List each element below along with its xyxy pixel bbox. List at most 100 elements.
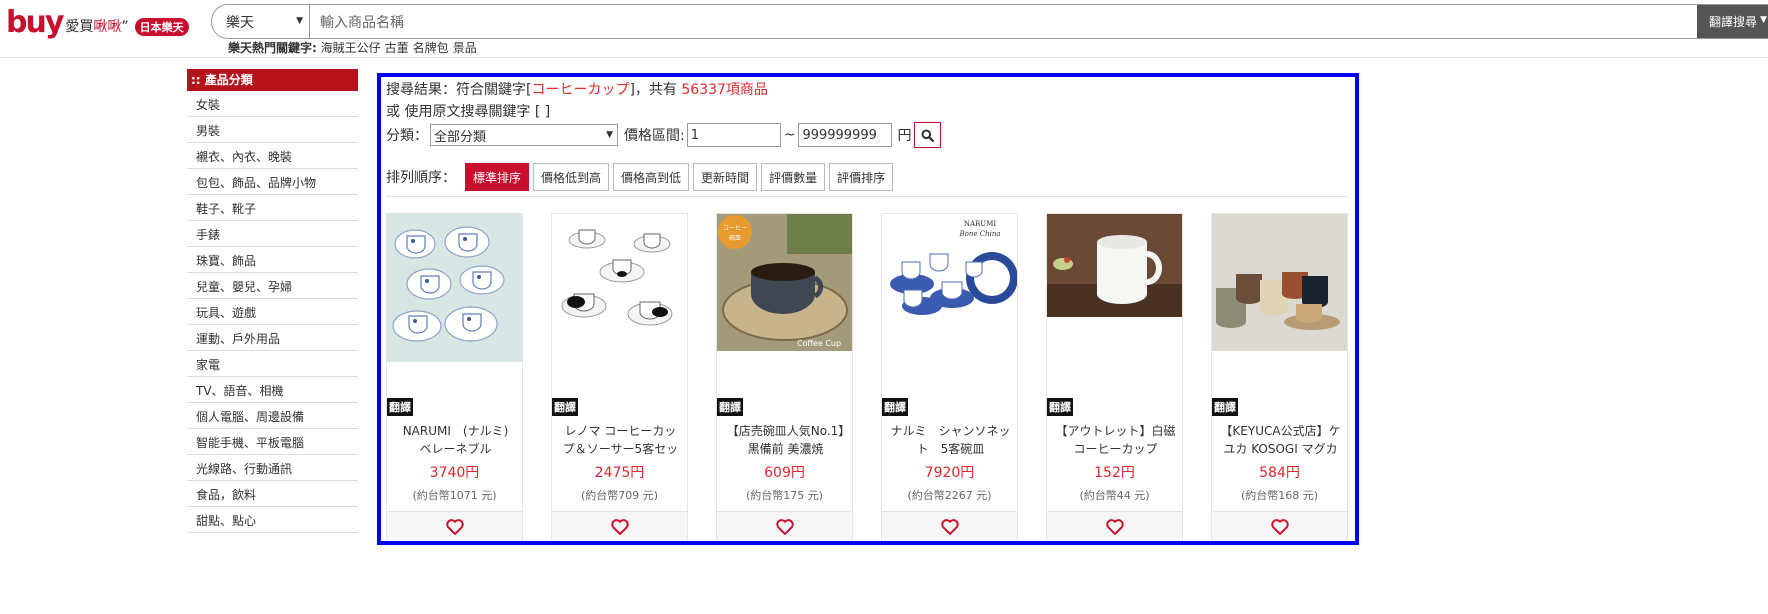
product-name[interactable]: ナルミ シャンソネット 5客碗皿（41631- <box>890 422 1011 458</box>
product-name[interactable]: 【KEYUCA公式店】ケユカ KOSOGI マグカ <box>1220 422 1341 458</box>
sidebar-item[interactable]: 珠寶、飾品 <box>187 247 358 273</box>
sidebar-item[interactable]: 光線路、行動通訊 <box>187 455 358 481</box>
translate-badge[interactable]: 翻譯 <box>1047 398 1073 416</box>
results-middle: ]，共有 <box>629 82 677 98</box>
hot-keyword-link[interactable]: 海賊王公仔 <box>321 41 381 55</box>
logo-name-prefix: 愛買 <box>65 19 94 35</box>
sidebar-item[interactable]: 玩具、遊戲 <box>187 299 358 325</box>
favorite-button[interactable] <box>882 511 1017 541</box>
original-keyword-link[interactable]: 或 使用原文搜尋關鍵字 [ ] <box>386 101 550 121</box>
sidebar-item[interactable]: TV、語音、相機 <box>187 377 358 403</box>
product-price-twd: (約台幣175 元) <box>745 489 824 502</box>
coffee-badge-line2: 碗皿 <box>729 234 741 242</box>
favorite-button[interactable] <box>717 511 852 541</box>
sidebar-item[interactable]: 個人電腦、周邊設備 <box>187 403 358 429</box>
product-image[interactable]: コーヒー 碗皿 Coffee Cup <box>717 214 852 351</box>
product-price: 609円 <box>764 465 805 481</box>
sidebar-item[interactable]: 襯衣、內衣、晚裝 <box>187 143 358 169</box>
hot-keywords-label: 樂天熱門關鍵字: <box>228 41 317 55</box>
divider <box>386 196 1348 197</box>
product-price: 584円 <box>1259 465 1300 481</box>
search-store-value: 樂天 <box>226 14 254 31</box>
filter-bar: 分類： 全部分類 ▼ 價格區間: 1 ~ 999999999 円 <box>386 122 942 148</box>
search-bar: 樂天 ▼ 輸入商品名稱 翻譯搜尋 ▼ <box>211 4 1768 39</box>
heart-icon <box>1105 519 1124 535</box>
search-store-select[interactable]: 樂天 ▼ <box>212 5 310 38</box>
sidebar-item[interactable]: 手錶 <box>187 221 358 247</box>
sidebar-item[interactable]: 智能手機、平板電腦 <box>187 429 358 455</box>
product-image[interactable] <box>1047 214 1182 317</box>
favorite-button[interactable] <box>1212 511 1347 541</box>
product-card[interactable]: 翻譯 【アウトレット】白磁コーヒーカップ 152円 (約台幣44 元) <box>1046 213 1183 541</box>
price-min-input[interactable]: 1 <box>686 123 781 147</box>
product-grid: 翻譯 NARUMI (ナルミ) ベレーネブル 3740円 (約台幣1071 元) <box>386 213 1355 541</box>
product-price-twd: (約台幣168 元) <box>1240 489 1319 502</box>
logo-name: 愛買啾啾” <box>65 16 128 36</box>
sidebar-item[interactable]: 女裝 <box>187 91 358 117</box>
hot-keyword-link[interactable]: 名牌包 <box>413 41 449 55</box>
favorite-button[interactable] <box>1047 511 1182 541</box>
sort-price-desc-button[interactable]: 價格高到低 <box>613 163 690 191</box>
product-name[interactable]: レノマ コーヒーカップ＆ソーサー5客セッ <box>560 422 681 458</box>
hot-keywords: 樂天熱門關鍵字: 海賊王公仔 古董 名牌包 景品 <box>228 39 481 56</box>
sort-rating-button[interactable]: 評價排序 <box>829 163 894 191</box>
sidebar-item[interactable]: 食品，飲料 <box>187 481 358 507</box>
heart-icon <box>445 519 464 535</box>
product-image[interactable] <box>1212 214 1347 351</box>
translate-badge[interactable]: 翻譯 <box>1212 398 1238 416</box>
favorite-button[interactable] <box>387 511 522 541</box>
category-sidebar: :: 產品分類 女裝 男裝 襯衣、內衣、晚裝 包包、飾品、品牌小物 鞋子、靴子 … <box>187 69 358 533</box>
hot-keyword-link[interactable]: 景品 <box>453 41 477 55</box>
sort-label: 排列順序： <box>386 170 456 186</box>
product-image[interactable]: NARUMI Bone China <box>882 214 1017 324</box>
heart-icon <box>1270 519 1289 535</box>
product-card[interactable]: 翻譯 NARUMI (ナルミ) ベレーネブル 3740円 (約台幣1071 元) <box>386 213 523 541</box>
sidebar-item[interactable]: 兒童、嬰兒、孕婦 <box>187 273 358 299</box>
sidebar-item[interactable]: 家電 <box>187 351 358 377</box>
price-max-input[interactable]: 999999999 <box>798 123 893 147</box>
translate-badge[interactable]: 翻譯 <box>387 398 413 416</box>
sidebar-item[interactable]: 男裝 <box>187 117 358 143</box>
product-image[interactable] <box>387 214 522 362</box>
caret-down-icon: ▼ <box>296 16 303 26</box>
site-logo[interactable]: buy 愛買啾啾” 日本樂天 <box>6 8 189 38</box>
product-card[interactable]: NARUMI Bone China 翻譯 ナルミ シャンソネット 5客碗皿（41… <box>881 213 1018 541</box>
sort-review-count-button[interactable]: 評價數量 <box>761 163 826 191</box>
sidebar-item[interactable]: 鞋子、靴子 <box>187 195 358 221</box>
product-name[interactable]: NARUMI (ナルミ) ベレーネブル <box>395 422 516 458</box>
hot-keyword-link[interactable]: 古董 <box>385 41 409 55</box>
category-select[interactable]: 全部分類 ▼ <box>430 124 618 146</box>
coffee-cup-caption: Coffee Cup <box>797 339 841 348</box>
narumi-sub-text: Bone China <box>958 230 1000 238</box>
sort-bar: 排列順序： 標準排序 價格低到高 價格高到低 更新時間 評價數量 評價排序 <box>386 163 897 191</box>
product-name[interactable]: 【アウトレット】白磁コーヒーカップ <box>1055 422 1176 458</box>
heart-icon <box>775 519 794 535</box>
product-price: 7920円 <box>924 465 975 481</box>
price-unit: 円 <box>897 128 912 144</box>
search-results-panel: 搜尋結果：符合關鍵字[コーヒーカップ]，共有 56337項商品 或 使用原文搜尋… <box>377 73 1359 545</box>
product-name[interactable]: 【店売碗皿人気No.1】黒備前 美濃焼 <box>725 422 846 458</box>
sidebar-item[interactable]: 包包、飾品、品牌小物 <box>187 169 358 195</box>
sidebar-item[interactable]: 甜點、點心 <box>187 507 358 533</box>
translate-badge[interactable]: 翻譯 <box>552 398 578 416</box>
product-card[interactable]: 翻譯 レノマ コーヒーカップ＆ソーサー5客セッ 2475円 (約台幣709 元) <box>551 213 688 541</box>
sort-standard-button[interactable]: 標準排序 <box>465 163 530 191</box>
filter-search-button[interactable] <box>914 122 942 148</box>
sort-price-asc-button[interactable]: 價格低到高 <box>533 163 610 191</box>
product-card[interactable]: コーヒー 碗皿 Coffee Cup 翻譯 【店売碗皿人気No.1】黒備前 美濃… <box>716 213 853 541</box>
sort-updated-button[interactable]: 更新時間 <box>693 163 758 191</box>
logo-badge: 日本樂天 <box>134 18 189 36</box>
translate-badge[interactable]: 翻譯 <box>882 398 908 416</box>
results-prefix: 搜尋結果：符合關鍵字[ <box>386 82 532 98</box>
product-price-twd: (約台幣2267 元) <box>907 489 992 502</box>
logo-name-red: 啾啾 <box>93 19 122 35</box>
product-card[interactable]: 翻譯 【KEYUCA公式店】ケユカ KOSOGI マグカ 584円 (約台幣16… <box>1211 213 1348 541</box>
product-price: 152円 <box>1094 465 1135 481</box>
translate-badge[interactable]: 翻譯 <box>717 398 743 416</box>
favorite-button[interactable] <box>552 511 687 541</box>
product-image[interactable] <box>552 214 687 342</box>
translate-search-label: 翻譯搜尋 <box>1708 15 1757 29</box>
sidebar-item[interactable]: 運動、戶外用品 <box>187 325 358 351</box>
translate-search-button[interactable]: 翻譯搜尋 ▼ <box>1697 5 1768 38</box>
search-input[interactable]: 輸入商品名稱 <box>310 5 1697 38</box>
